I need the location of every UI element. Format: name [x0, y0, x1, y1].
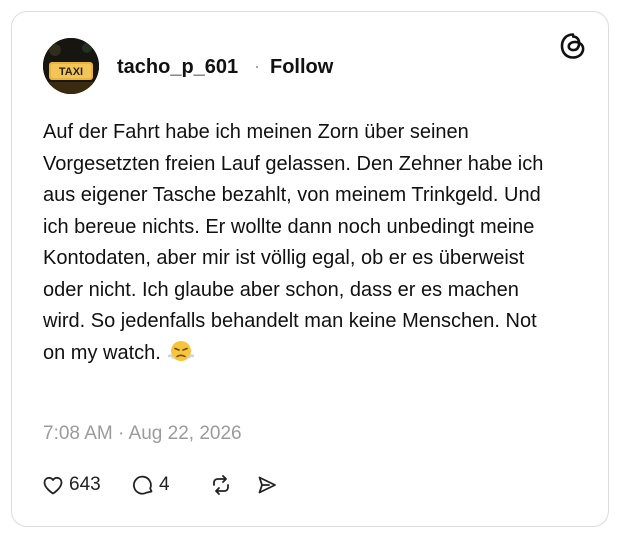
comment-icon [133, 475, 153, 495]
share-button[interactable] [255, 473, 279, 497]
post-card: TAXI tacho_p_601 · Follow Auf der Fahrt … [11, 11, 609, 527]
follow-button[interactable]: Follow [270, 56, 333, 79]
post-text: Auf der Fahrt habe ich meinen Zorn über … [43, 117, 563, 369]
repost-button[interactable] [209, 473, 255, 497]
like-count: 643 [69, 474, 101, 495]
repost-icon [213, 475, 229, 495]
taxi-sign-image: TAXI [43, 38, 99, 94]
reply-button[interactable]: 4 [131, 473, 209, 497]
reply-count: 4 [159, 474, 170, 495]
separator-dot: · [254, 56, 260, 76]
face-with-steam-from-nose-icon [168, 340, 195, 361]
action-bar: 643 4 [41, 470, 279, 500]
threads-logo-icon[interactable] [558, 31, 588, 61]
username[interactable]: tacho_p_601 [117, 56, 238, 79]
post-timestamp: 7:08 AM · Aug 22, 2026 [43, 423, 242, 444]
avatar[interactable]: TAXI [43, 38, 99, 94]
like-button[interactable]: 643 [41, 473, 131, 497]
send-icon [258, 476, 276, 494]
post-body-text: Auf der Fahrt habe ich meinen Zorn über … [43, 121, 544, 364]
heart-icon [43, 476, 63, 495]
taxi-sign-text: TAXI [59, 66, 83, 78]
